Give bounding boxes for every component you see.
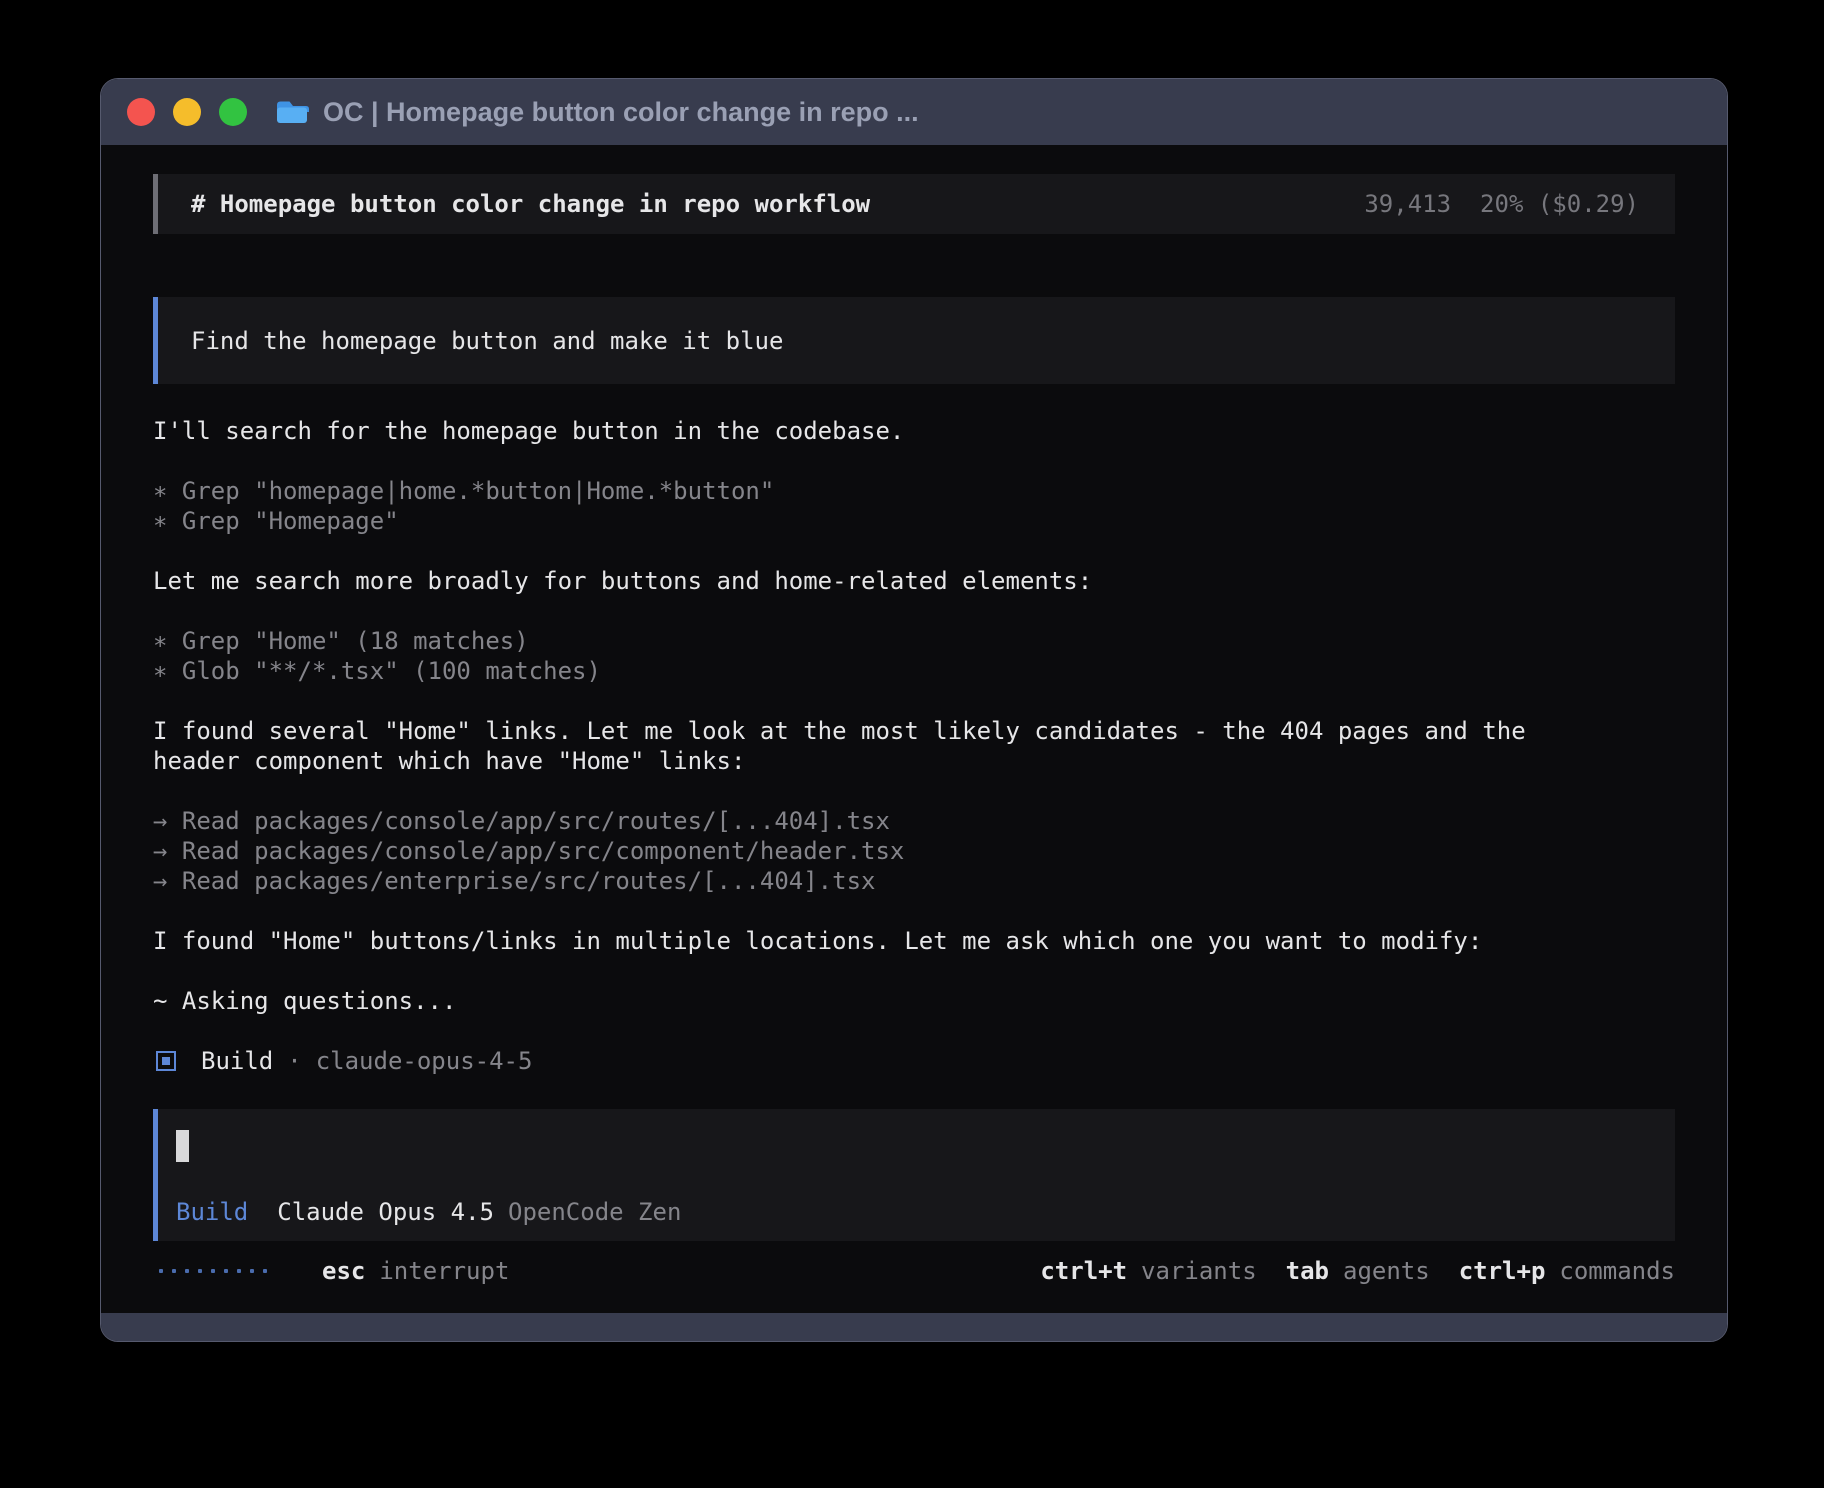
terminal-window: OC | Homepage button color change in rep… [100, 78, 1728, 1342]
variants-hint: ctrl+t variants [1040, 1257, 1256, 1285]
commands-hint: ctrl+p commands [1459, 1257, 1675, 1285]
assistant-text-line: I found several "Home" links. Let me loo… [153, 716, 1675, 746]
spinner-dot [211, 1269, 215, 1273]
agent-model: claude-opus-4-5 [316, 1046, 533, 1076]
input-model-label: Claude Opus 4.5 [277, 1198, 494, 1226]
assistant-text-line: I'll search for the homepage button in t… [153, 416, 1675, 446]
line-gap [153, 536, 1675, 566]
user-message: Find the homepage button and make it blu… [153, 297, 1675, 384]
session-stats: 39,413 20% ($0.29) [1364, 190, 1639, 218]
assistant-text-line: Let me search more broadly for buttons a… [153, 566, 1675, 596]
session-title: # Homepage button color change in repo w… [191, 190, 870, 218]
spinner-dot [198, 1269, 202, 1273]
line-gap [153, 896, 1675, 926]
status-footer: esc interrupt ctrl+t variants tab agents… [153, 1255, 1675, 1287]
spinner-dot [263, 1269, 267, 1273]
context-usage: 20% ($0.29) [1480, 190, 1639, 218]
prompt-input[interactable]: Build Claude Opus 4.5 OpenCode Zen [153, 1109, 1675, 1241]
spinner-dot [250, 1269, 254, 1273]
ctrl-t-key-hint: ctrl+t [1040, 1257, 1127, 1285]
variants-action-label: variants [1141, 1257, 1257, 1285]
spinner-dot [237, 1269, 241, 1273]
line-gap [153, 446, 1675, 476]
agent-status-line: Build · claude-opus-4-5 [153, 1046, 1675, 1076]
window-bottom-edge [101, 1313, 1727, 1341]
agent-build-icon [156, 1051, 176, 1071]
assistant-text-line: I found "Home" buttons/links in multiple… [153, 926, 1675, 956]
line-gap [153, 776, 1675, 806]
footer-left: esc interrupt [153, 1257, 509, 1285]
spinner-dots [159, 1269, 267, 1273]
tool-call-line: → Read packages/console/app/src/routes/[… [153, 806, 1675, 836]
user-message-text: Find the homepage button and make it blu… [191, 327, 783, 355]
input-mode-label: Build [176, 1198, 248, 1226]
line-gap [153, 1016, 1675, 1046]
tool-call-line: ∗ Grep "Homepage" [153, 506, 1675, 536]
assistant-text-line: ~ Asking questions... [153, 986, 1675, 1016]
session-header: # Homepage button color change in repo w… [153, 174, 1675, 234]
commands-action-label: commands [1559, 1257, 1675, 1285]
tool-call-line: ∗ Glob "**/*.tsx" (100 matches) [153, 656, 1675, 686]
agent-separator: · [287, 1046, 301, 1076]
ctrl-p-key-hint: ctrl+p [1459, 1257, 1546, 1285]
tool-call-line: → Read packages/enterprise/src/routes/[.… [153, 866, 1675, 896]
minimize-button[interactable] [173, 98, 201, 126]
tool-call-line: → Read packages/console/app/src/componen… [153, 836, 1675, 866]
tool-call-line: ∗ Grep "Home" (18 matches) [153, 626, 1675, 656]
spinner-dot [159, 1269, 163, 1273]
folder-icon [275, 98, 309, 126]
esc-key-hint: esc [322, 1257, 365, 1285]
tool-call-line: ∗ Grep "homepage|home.*button|Home.*butt… [153, 476, 1675, 506]
input-provider-label: OpenCode Zen [508, 1198, 681, 1226]
assistant-text-line: header component which have "Home" links… [153, 746, 1675, 776]
line-gap [153, 686, 1675, 716]
token-count: 39,413 [1364, 190, 1451, 218]
line-gap [153, 956, 1675, 986]
window-titlebar[interactable]: OC | Homepage button color change in rep… [101, 79, 1727, 145]
line-gap [153, 596, 1675, 626]
terminal-content: # Homepage button color change in repo w… [101, 145, 1727, 1313]
agents-action-label: agents [1343, 1257, 1430, 1285]
conversation: I'll search for the homepage button in t… [153, 416, 1675, 1076]
zoom-button[interactable] [219, 98, 247, 126]
agents-hint: tab agents [1286, 1257, 1430, 1285]
spinner-dot [185, 1269, 189, 1273]
window-title: OC | Homepage button color change in rep… [323, 97, 919, 128]
text-cursor [176, 1130, 189, 1162]
agent-label: Build [201, 1046, 273, 1076]
input-status-row: Build Claude Opus 4.5 OpenCode Zen [176, 1198, 1657, 1226]
esc-action-label: interrupt [379, 1257, 509, 1285]
spinner-dot [172, 1269, 176, 1273]
spinner-dot [224, 1269, 228, 1273]
close-button[interactable] [127, 98, 155, 126]
footer-right: ctrl+t variants tab agents ctrl+p comman… [1040, 1257, 1675, 1285]
tab-key-hint: tab [1286, 1257, 1329, 1285]
